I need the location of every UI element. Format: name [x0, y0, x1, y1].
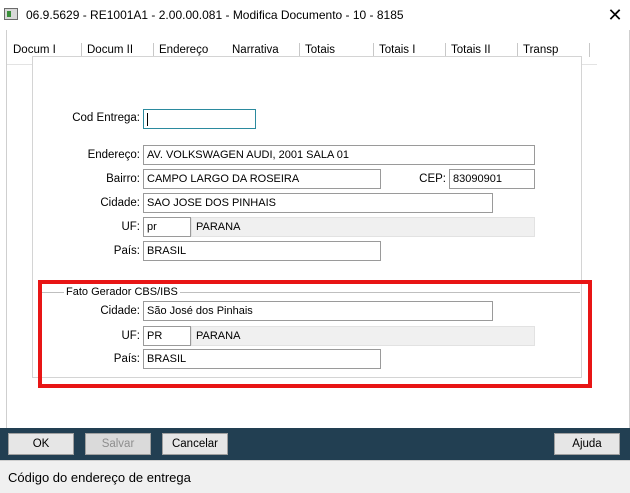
status-bar: Código do endereço de entrega	[0, 460, 630, 493]
cidade-label: Cidade:	[100, 197, 140, 209]
cod-entrega-label: Cod Entrega:	[72, 112, 140, 124]
tab-separator	[373, 43, 374, 57]
bairro-input[interactable]: CAMPO LARGO DA ROSEIRA	[143, 169, 381, 189]
endereco-input[interactable]: AV. VOLKSWAGEN AUDI, 2001 SALA 01	[143, 145, 535, 165]
title-bar: 06.9.5629 - RE1001A1 - 2.00.00.081 - Mod…	[0, 0, 630, 30]
uf-input[interactable]: pr	[143, 217, 191, 237]
text-caret	[147, 112, 148, 126]
tab-separator	[517, 43, 518, 57]
pais-input[interactable]: BRASIL	[143, 241, 381, 261]
endereco-label: Endereço:	[87, 149, 140, 161]
salvar-button[interactable]: Salvar	[85, 433, 151, 455]
highlight-box	[38, 280, 592, 388]
pais-label: País:	[113, 245, 140, 257]
tab-separator	[445, 43, 446, 57]
ok-button[interactable]: OK	[8, 433, 74, 455]
cod-entrega-input[interactable]	[143, 109, 256, 129]
tab-separator	[81, 43, 82, 57]
cep-input[interactable]: 83090901	[449, 169, 535, 189]
status-text: Código do endereço de entrega	[8, 470, 191, 485]
ajuda-button[interactable]: Ajuda	[554, 433, 620, 455]
bairro-label: Bairro:	[106, 173, 140, 185]
uf-label: UF:	[121, 221, 140, 233]
uf-description: PARANA	[191, 217, 535, 237]
cep-label: CEP:	[419, 173, 446, 185]
close-icon[interactable]: ✕	[604, 4, 626, 26]
tab-separator	[153, 43, 154, 57]
cancelar-button[interactable]: Cancelar	[162, 433, 228, 455]
cidade-input[interactable]: SAO JOSE DOS PINHAIS	[143, 193, 493, 213]
app-icon	[4, 8, 18, 20]
tab-separator	[589, 43, 590, 57]
tab-separator	[299, 43, 300, 57]
window-title: 06.9.5629 - RE1001A1 - 2.00.00.081 - Mod…	[26, 8, 404, 22]
